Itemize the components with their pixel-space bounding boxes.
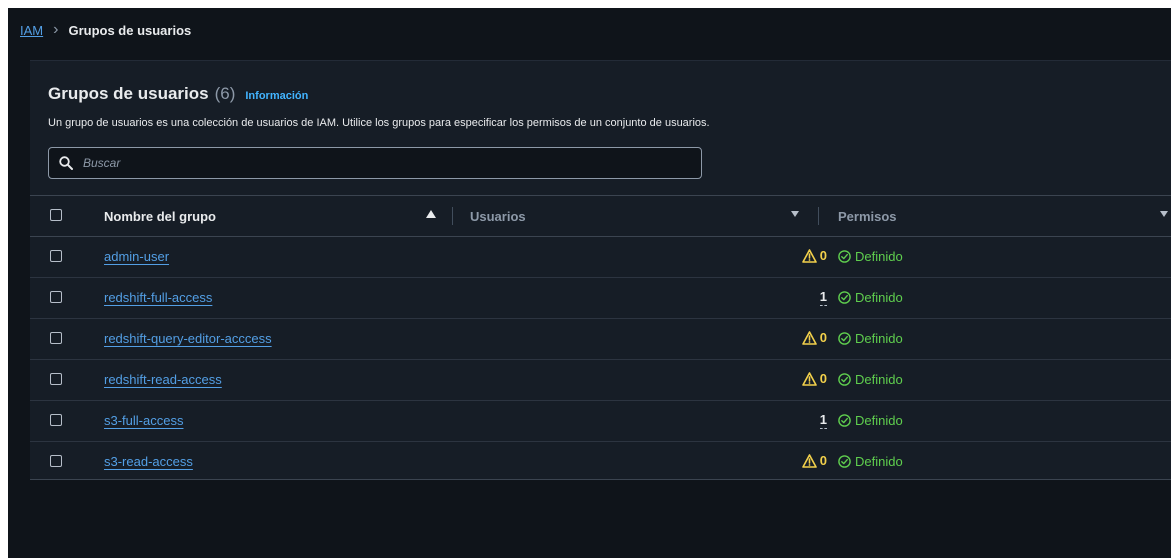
users-count: 0 (819, 371, 827, 386)
breadcrumb: IAM › Grupos de usuarios (20, 22, 191, 38)
group-name-link[interactable]: s3-full-access (104, 413, 183, 428)
users-count[interactable]: 1 (819, 412, 827, 429)
permissions-status: Definido (855, 372, 903, 387)
search-input[interactable] (81, 155, 685, 171)
page-description: Un grupo de usuarios es una colección de… (48, 117, 710, 129)
users-count: 0 (819, 453, 827, 468)
row-checkbox[interactable] (50, 291, 62, 303)
users-cell: 1 (819, 289, 827, 306)
warning-icon (801, 453, 817, 468)
check-circle-icon (838, 332, 851, 345)
group-name-link[interactable]: redshift-query-editor-acccess (104, 331, 272, 346)
row-checkbox[interactable] (50, 373, 62, 385)
sort-icon[interactable] (791, 211, 799, 217)
users-count[interactable]: 1 (819, 289, 827, 306)
users-cell: 0 (801, 371, 827, 386)
permissions-status: Definido (855, 413, 903, 428)
group-name-link[interactable]: redshift-full-access (104, 290, 212, 305)
column-divider[interactable] (818, 207, 819, 225)
chevron-right-icon: › (53, 21, 59, 38)
breadcrumb-iam-link[interactable]: IAM (20, 23, 43, 38)
sort-icon[interactable] (1160, 211, 1168, 217)
check-circle-icon (838, 414, 851, 427)
sort-ascending-icon[interactable] (426, 210, 436, 218)
table-row: redshift-read-access 0 Definido (30, 360, 1171, 401)
check-circle-icon (838, 291, 851, 304)
groups-table: Nombre del grupo Usuarios Permisos admin… (30, 195, 1171, 482)
permissions-cell: Definido (838, 331, 903, 346)
select-all-checkbox[interactable] (50, 209, 62, 221)
group-count: (6) (214, 84, 236, 103)
users-count: 0 (819, 330, 827, 345)
group-name-link[interactable]: s3-read-access (104, 454, 193, 469)
search-box[interactable] (48, 147, 702, 179)
column-header-name[interactable]: Nombre del grupo (104, 209, 216, 224)
table-body: admin-user 0 Definido redshift-full-acce… (30, 237, 1171, 482)
column-header-permissions[interactable]: Permisos (838, 209, 897, 224)
table-row: admin-user 0 Definido (30, 237, 1171, 278)
users-cell: 0 (801, 248, 827, 263)
users-cell: 0 (801, 330, 827, 345)
group-name-link[interactable]: redshift-read-access (104, 372, 222, 387)
permissions-cell: Definido (838, 454, 903, 469)
group-name-link[interactable]: admin-user (104, 249, 169, 264)
warning-icon (801, 330, 817, 345)
check-circle-icon (838, 455, 851, 468)
permissions-status: Definido (855, 331, 903, 346)
row-checkbox[interactable] (50, 414, 62, 426)
row-checkbox[interactable] (50, 250, 62, 262)
table-header: Nombre del grupo Usuarios Permisos (30, 195, 1171, 237)
row-checkbox[interactable] (50, 332, 62, 344)
row-checkbox[interactable] (50, 455, 62, 467)
info-link[interactable]: Información (245, 90, 308, 102)
column-divider[interactable] (452, 207, 453, 225)
page-title-text: Grupos de usuarios (48, 84, 209, 103)
check-circle-icon (838, 373, 851, 386)
table-row: s3-full-access 1 Definido (30, 401, 1171, 442)
table-row: redshift-query-editor-acccess 0 Definido (30, 319, 1171, 360)
table-row: redshift-full-access 1 Definido (30, 278, 1171, 319)
permissions-status: Definido (855, 249, 903, 264)
check-circle-icon (838, 250, 851, 263)
users-cell: 0 (801, 453, 827, 468)
search-icon (59, 156, 73, 170)
page-title: Grupos de usuarios (6) Información (48, 84, 308, 104)
permissions-status: Definido (855, 290, 903, 305)
table-row: s3-read-access 0 Definido (30, 442, 1171, 482)
breadcrumb-current: Grupos de usuarios (68, 22, 192, 38)
users-count: 0 (819, 248, 827, 263)
warning-icon (801, 248, 817, 263)
permissions-cell: Definido (838, 290, 903, 305)
column-header-users[interactable]: Usuarios (470, 209, 526, 224)
permissions-cell: Definido (838, 372, 903, 387)
permissions-status: Definido (855, 454, 903, 469)
permissions-cell: Definido (838, 413, 903, 428)
user-groups-panel: Grupos de usuarios (6) Información Un gr… (30, 60, 1171, 480)
permissions-cell: Definido (838, 249, 903, 264)
app-frame: IAM › Grupos de usuarios Grupos de usuar… (8, 8, 1171, 558)
users-cell: 1 (819, 412, 827, 429)
warning-icon (801, 371, 817, 386)
